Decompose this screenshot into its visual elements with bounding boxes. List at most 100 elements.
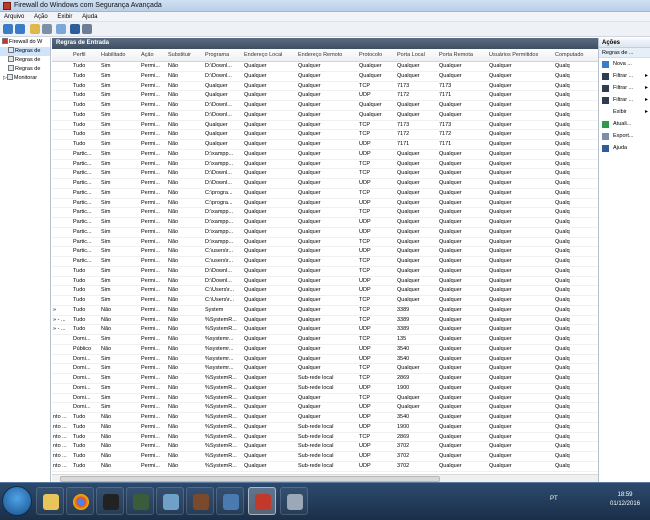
table-row[interactable]: nto ... Tudo Não Permi... Não %SystemR... Qual… [52,433,598,443]
table-row[interactable]: Público Não Permi... Não %systemr... Qualquer… [52,345,598,355]
table-row[interactable]: Domi... Sim Permi... Não %SystemR... Qualquer… [52,384,598,394]
table-row[interactable]: » Tudo Não Permi... Não System Qualquer Qualque… [52,306,598,316]
forward-arrow-icon[interactable] [15,24,25,34]
menu-acao[interactable]: Ação [30,12,52,22]
taskbar-app-tools[interactable] [280,487,308,515]
table-row[interactable]: » - ... Tudo Não Permi... Não %SystemR... Qual… [52,325,598,335]
action-item[interactable]: Exibir ▸ [599,106,650,118]
table-header: Perfil Habilitado Ação Substituir Programa En… [52,49,598,62]
column-header[interactable]: Endereço Remoto [298,52,357,58]
table-row[interactable]: Tudo Sim Permi... Não D:\Downl... Qualquer Qua… [52,111,598,121]
taskbar-app-net[interactable] [216,487,244,515]
action-item[interactable]: Nova ... [599,58,650,70]
back-arrow-icon[interactable] [3,24,13,34]
table-row[interactable]: Partic... Sim Permi... Não C:\users\r... Qual… [52,247,598,257]
actions-subtitle[interactable]: Regras de ... [599,48,650,58]
column-header[interactable]: Porta Local [397,52,437,58]
table-row[interactable]: Partic... Sim Permi... Não C:\users\r... Qual… [52,257,598,267]
table-row[interactable]: Tudo Sim Permi... Não D:\Downl... Qualquer Qua… [52,101,598,111]
table-row[interactable]: Tudo Sim Permi... Não D:\Downl... Qualquer Qua… [52,267,598,277]
table-row[interactable]: nto ... Tudo Não Permi... Não %SystemR... Qual… [52,462,598,472]
table-row[interactable]: nto ... Tudo Não Permi... Não %SystemR... Qual… [52,423,598,433]
table-row[interactable]: Tudo Sim Permi... Não D:\Downl... Qualquer Qua… [52,72,598,82]
tree-monitoring[interactable]: ▷ Monitorar [0,74,50,83]
action-item[interactable]: Filtrar ... ▸ [599,82,650,94]
action-item[interactable]: Ajuda [599,142,650,154]
table-row[interactable]: Partic... Sim Permi... Não D:\xampp... Qualqu… [52,150,598,160]
action-pane-icon[interactable] [82,24,92,34]
tree-root[interactable]: Firewall do W [0,38,50,47]
table-cell: nto ... [53,423,67,430]
table-row[interactable]: Partic... Sim Permi... Não C:\progra... Qualq… [52,189,598,199]
clock[interactable]: 18:59 01/12/2016 [610,491,640,509]
column-header[interactable]: Endereço Local [244,52,296,58]
menu-exibir[interactable]: Exibir [53,12,76,22]
tree-security-rules[interactable]: Regras de [0,65,50,74]
show-hide-tree-icon[interactable] [42,24,52,34]
table-row[interactable]: Tudo Sim Permi... Não Qualquer Qualquer Qualqu… [52,91,598,101]
table-row[interactable]: nto ... Tudo Não Permi... Não %SystemR... Qual… [52,452,598,462]
tree-outbound-rules[interactable]: Regras de [0,56,50,65]
menu-ajuda[interactable]: Ajuda [78,12,101,22]
table-row[interactable]: Partic... Sim Permi... Não D:\xampp... Qualqu… [52,218,598,228]
table-cell: UDP [359,423,371,430]
taskbar-chrome[interactable] [66,487,94,515]
table-row[interactable]: Domi... Sim Permi... Não %systemr... Qualquer… [52,335,598,345]
table-row[interactable]: Tudo Sim Permi... Não D:\Downl... Qualquer Qua… [52,277,598,287]
actions-title: Ações [599,38,650,48]
table-row[interactable]: Partic... Sim Permi... Não C:\progra... Qualq… [52,199,598,209]
taskbar-explorer[interactable] [36,487,64,515]
column-header[interactable]: Habilitado [101,52,139,58]
taskbar-app-mex[interactable] [126,487,154,515]
table-row[interactable]: Tudo Sim Permi... Não Qualquer Qualquer Qualqu… [52,130,598,140]
taskbar-app-game[interactable] [186,487,214,515]
action-item[interactable]: Atuali... [599,118,650,130]
language-indicator[interactable]: PT [550,496,558,502]
table-row[interactable]: Tudo Sim Permi... Não D:\Downl... Qualquer Qua… [52,62,598,72]
horizontal-scrollbar[interactable] [52,474,598,482]
column-header[interactable]: Substituir [168,52,203,58]
table-row[interactable]: Partic... Sim Permi... Não D:\xampp... Qualqu… [52,160,598,170]
table-row[interactable]: Partic... Sim Permi... Não D:\xampp... Qualqu… [52,228,598,238]
action-item[interactable]: Filtrar ... ▸ [599,94,650,106]
taskbar-app-dark[interactable] [96,487,124,515]
table-cell: Permi... [141,150,160,157]
table-row[interactable]: » - ... Tudo Não Permi... Não %SystemR... Qual… [52,316,598,326]
table-row[interactable]: Partic... Sim Permi... Não D:\Downl... Qualqu… [52,169,598,179]
up-folder-icon[interactable] [30,24,40,34]
table-row[interactable]: Tudo Sim Permi... Não C:\Users\r... Qualquer Q… [52,286,598,296]
table-row[interactable]: Domi... Sim Permi... Não %systemr... Qualquer… [52,355,598,365]
start-button[interactable] [2,486,32,516]
column-header[interactable]: Protocolo [359,52,395,58]
table-row[interactable]: Domi... Sim Permi... Não %SystemR... Qualquer… [52,403,598,413]
taskbar-firewall[interactable] [248,487,276,515]
action-item[interactable]: Filtrar ... ▸ [599,70,650,82]
column-header[interactable]: Usuários Permitidos [489,52,553,58]
table-row[interactable]: Partic... Sim Permi... Não D:\xampp... Qualqu… [52,208,598,218]
taskbar-app-blue[interactable] [156,487,184,515]
help-icon[interactable] [70,24,80,34]
column-header[interactable]: Ação [141,52,166,58]
table-cell: Qualquer [439,375,462,381]
action-item[interactable]: Export... [599,130,650,142]
table-row[interactable]: Tudo Sim Permi... Não Qualquer Qualquer Qualqu… [52,140,598,150]
table-row[interactable]: Tudo Sim Permi... Não Qualquer Qualquer Qualqu… [52,121,598,131]
table-row[interactable]: Partic... Sim Permi... Não D:\xampp... Qualqu… [52,238,598,248]
table-row[interactable]: Domi... Sim Permi... Não %systemr... Qualquer… [52,364,598,374]
column-header[interactable]: Porta Remota [439,52,487,58]
column-header[interactable]: Perfil [73,52,99,58]
table-row[interactable]: Partic... Sim Permi... Não D:\Downl... Qualqu… [52,179,598,189]
table-cell: Qualquer [244,189,267,196]
column-header[interactable]: Programa [205,52,242,58]
table-row[interactable]: Tudo Sim Permi... Não C:\Users\r... Qualquer Q… [52,296,598,306]
table-row[interactable]: Domi... Sim Permi... Não %SystemR... Qualquer… [52,394,598,404]
table-row[interactable]: Domi... Sim Permi... Não %SystemR... Qualquer… [52,374,598,384]
column-header[interactable]: Computado [555,52,597,58]
table-row[interactable]: nto ... Tudo Não Permi... Não %SystemR... Qual… [52,442,598,452]
menu-arquivo[interactable]: Arquivo [0,12,28,22]
table-row[interactable]: nto ... Tudo Não Permi... Não %SystemR... Qual… [52,413,598,423]
tree-inbound-rules[interactable]: Regras de [0,47,50,56]
action-label: Nova ... [613,61,632,67]
table-row[interactable]: Tudo Sim Permi... Não Qualquer Qualquer Qualqu… [52,82,598,92]
properties-icon[interactable] [56,24,66,34]
